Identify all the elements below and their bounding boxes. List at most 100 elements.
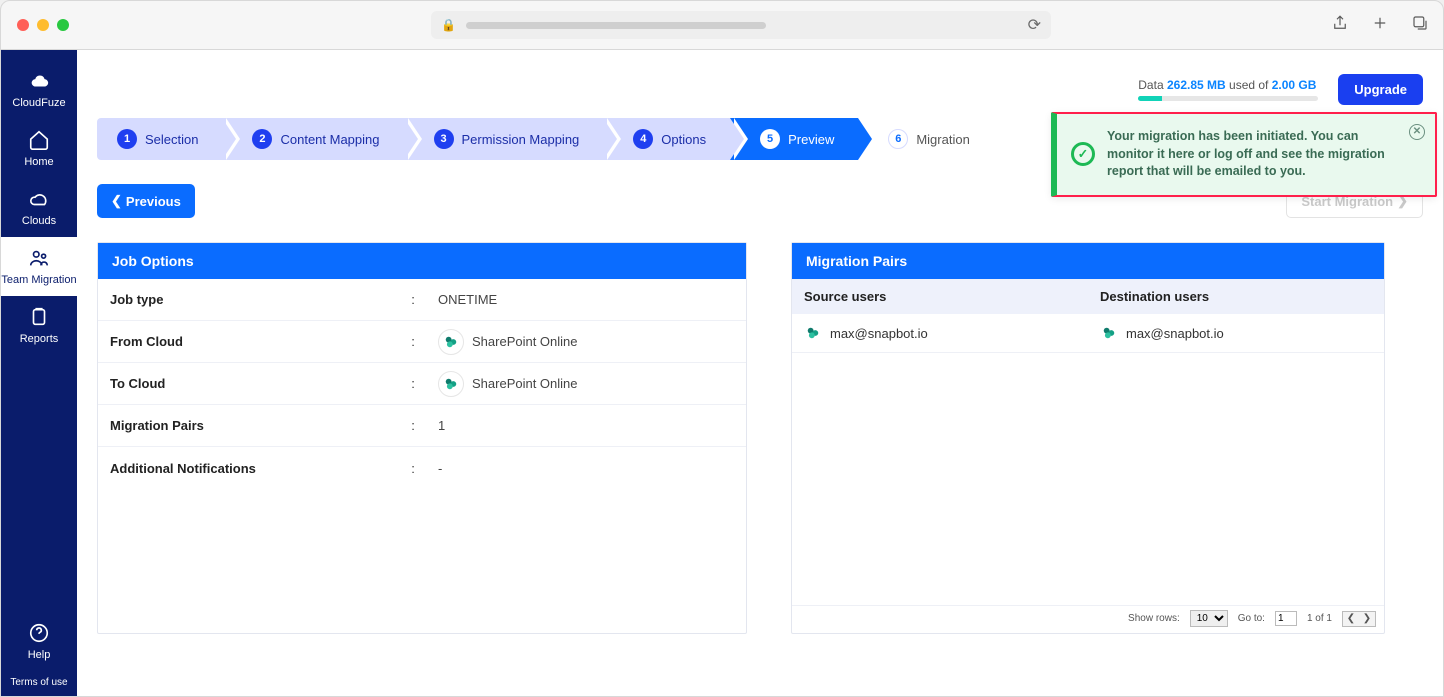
upgrade-button[interactable]: Upgrade	[1338, 74, 1423, 105]
step-num: 4	[633, 129, 653, 149]
job-label: Migration Pairs	[98, 418, 398, 433]
step-preview[interactable]: 5 Preview	[730, 118, 858, 160]
previous-button[interactable]: ❮ Previous	[97, 184, 195, 218]
sidebar-item-help[interactable]: Help	[1, 612, 77, 671]
destination-users-header: Destination users	[1088, 279, 1384, 314]
step-label: Selection	[145, 132, 198, 147]
colon: :	[398, 418, 428, 433]
step-permission-mapping[interactable]: 3 Permission Mapping	[404, 118, 604, 160]
toast-close-icon[interactable]: ✕	[1409, 124, 1425, 140]
goto-label: Go to:	[1238, 613, 1265, 624]
rows-select[interactable]: 10	[1190, 610, 1228, 627]
step-options[interactable]: 4 Options	[603, 118, 730, 160]
sidebar-terms[interactable]: Terms of use	[10, 671, 67, 696]
colon: :	[398, 461, 428, 476]
usage-prefix: Data	[1138, 78, 1163, 92]
job-value: 1	[428, 418, 746, 433]
home-icon	[28, 129, 50, 151]
pager-prev-icon[interactable]: ❮	[1343, 612, 1359, 626]
step-num: 2	[252, 129, 272, 149]
page-info: 1 of 1	[1307, 613, 1332, 624]
window-close-icon[interactable]	[17, 19, 29, 31]
goto-input[interactable]	[1275, 611, 1297, 626]
toast-message: Your migration has been initiated. You c…	[1107, 129, 1385, 178]
success-toast: ✓ Your migration has been initiated. You…	[1051, 112, 1437, 197]
pairs-table-head: Source users Destination users	[792, 279, 1384, 314]
sidebar-item-home[interactable]: Home	[1, 119, 77, 178]
job-options-panel: Job Options Job type : ONETIME From Clou…	[97, 242, 747, 634]
chevron-left-icon: ❮	[111, 193, 122, 209]
step-num: 3	[434, 129, 454, 149]
job-options-header: Job Options	[98, 243, 746, 279]
step-label: Permission Mapping	[462, 132, 580, 147]
colon: :	[398, 334, 428, 349]
sidebar-item-clouds[interactable]: Clouds	[1, 178, 77, 237]
dest-user: max@snapbot.io	[1126, 326, 1224, 341]
step-label: Migration	[916, 132, 969, 147]
sidebar-item-team-migration[interactable]: Team Migration	[1, 237, 77, 296]
pager-next-icon[interactable]: ❯	[1359, 612, 1375, 626]
window-maximize-icon[interactable]	[57, 19, 69, 31]
help-icon	[28, 622, 50, 644]
sidebar-item-reports[interactable]: Reports	[1, 296, 77, 355]
share-icon[interactable]	[1331, 14, 1349, 37]
team-icon	[28, 247, 50, 269]
step-selection[interactable]: 1 Selection	[97, 118, 222, 160]
address-bar[interactable]: 🔒 ⟳	[431, 11, 1051, 39]
job-value: SharePoint Online	[428, 329, 746, 355]
migration-pairs-panel: Migration Pairs Source users Destination…	[791, 242, 1385, 634]
job-value-text: SharePoint Online	[472, 376, 578, 391]
table-row: max@snapbot.io max@snapbot.io	[792, 314, 1384, 353]
reload-icon[interactable]: ⟳	[1028, 15, 1041, 35]
job-row-type: Job type : ONETIME	[98, 279, 746, 321]
migration-pairs-header: Migration Pairs	[792, 243, 1384, 279]
usage-used: 262.85 MB	[1167, 78, 1226, 92]
new-tab-icon[interactable]	[1371, 14, 1389, 37]
data-usage: Data 262.85 MB used of 2.00 GB	[1138, 78, 1318, 101]
tabs-icon[interactable]	[1411, 14, 1429, 37]
job-row-from-cloud: From Cloud : SharePoint Online	[98, 321, 746, 363]
step-num: 5	[760, 129, 780, 149]
job-value: -	[428, 461, 746, 476]
url-placeholder	[466, 22, 766, 29]
job-value: ONETIME	[428, 292, 746, 307]
browser-toolbar-right	[1331, 14, 1429, 37]
step-label: Content Mapping	[280, 132, 379, 147]
sidebar-brand[interactable]: CloudFuze	[1, 60, 77, 119]
sharepoint-icon	[438, 329, 464, 355]
step-label: Options	[661, 132, 706, 147]
step-migration[interactable]: 6 Migration	[858, 118, 993, 160]
job-label: Additional Notifications	[98, 461, 398, 476]
job-value-text: SharePoint Online	[472, 334, 578, 349]
step-num: 6	[888, 129, 908, 149]
colon: :	[398, 292, 428, 307]
usage-total: 2.00 GB	[1272, 78, 1317, 92]
source-user: max@snapbot.io	[830, 326, 928, 341]
step-label: Preview	[788, 132, 834, 147]
step-num: 1	[117, 129, 137, 149]
source-users-header: Source users	[792, 279, 1088, 314]
sharepoint-icon	[1100, 324, 1118, 342]
sidebar-item-label: Clouds	[22, 215, 56, 227]
browser-chrome: 🔒 ⟳	[0, 0, 1444, 50]
sidebar: CloudFuze Home Clouds Team Migration Rep…	[1, 50, 77, 696]
source-user-cell: max@snapbot.io	[792, 314, 1088, 352]
job-label: Job type	[98, 292, 398, 307]
panels: Job Options Job type : ONETIME From Clou…	[97, 242, 1423, 634]
window-minimize-icon[interactable]	[37, 19, 49, 31]
main-content: Data 262.85 MB used of 2.00 GB Upgrade 1…	[77, 50, 1443, 696]
success-check-icon: ✓	[1071, 142, 1095, 166]
job-row-notifications: Additional Notifications : -	[98, 447, 746, 489]
step-content-mapping[interactable]: 2 Content Mapping	[222, 118, 403, 160]
sharepoint-icon	[438, 371, 464, 397]
reports-icon	[28, 306, 50, 328]
sidebar-item-label: Team Migration	[1, 274, 76, 286]
job-label: To Cloud	[98, 376, 398, 391]
show-rows-label: Show rows:	[1128, 613, 1180, 624]
usage-bar	[1138, 96, 1318, 101]
job-value: SharePoint Online	[428, 371, 746, 397]
job-row-to-cloud: To Cloud : SharePoint Online	[98, 363, 746, 405]
app-frame: CloudFuze Home Clouds Team Migration Rep…	[0, 50, 1444, 697]
pager: ❮ ❯	[1342, 611, 1376, 627]
top-row: Data 262.85 MB used of 2.00 GB Upgrade	[97, 68, 1423, 110]
